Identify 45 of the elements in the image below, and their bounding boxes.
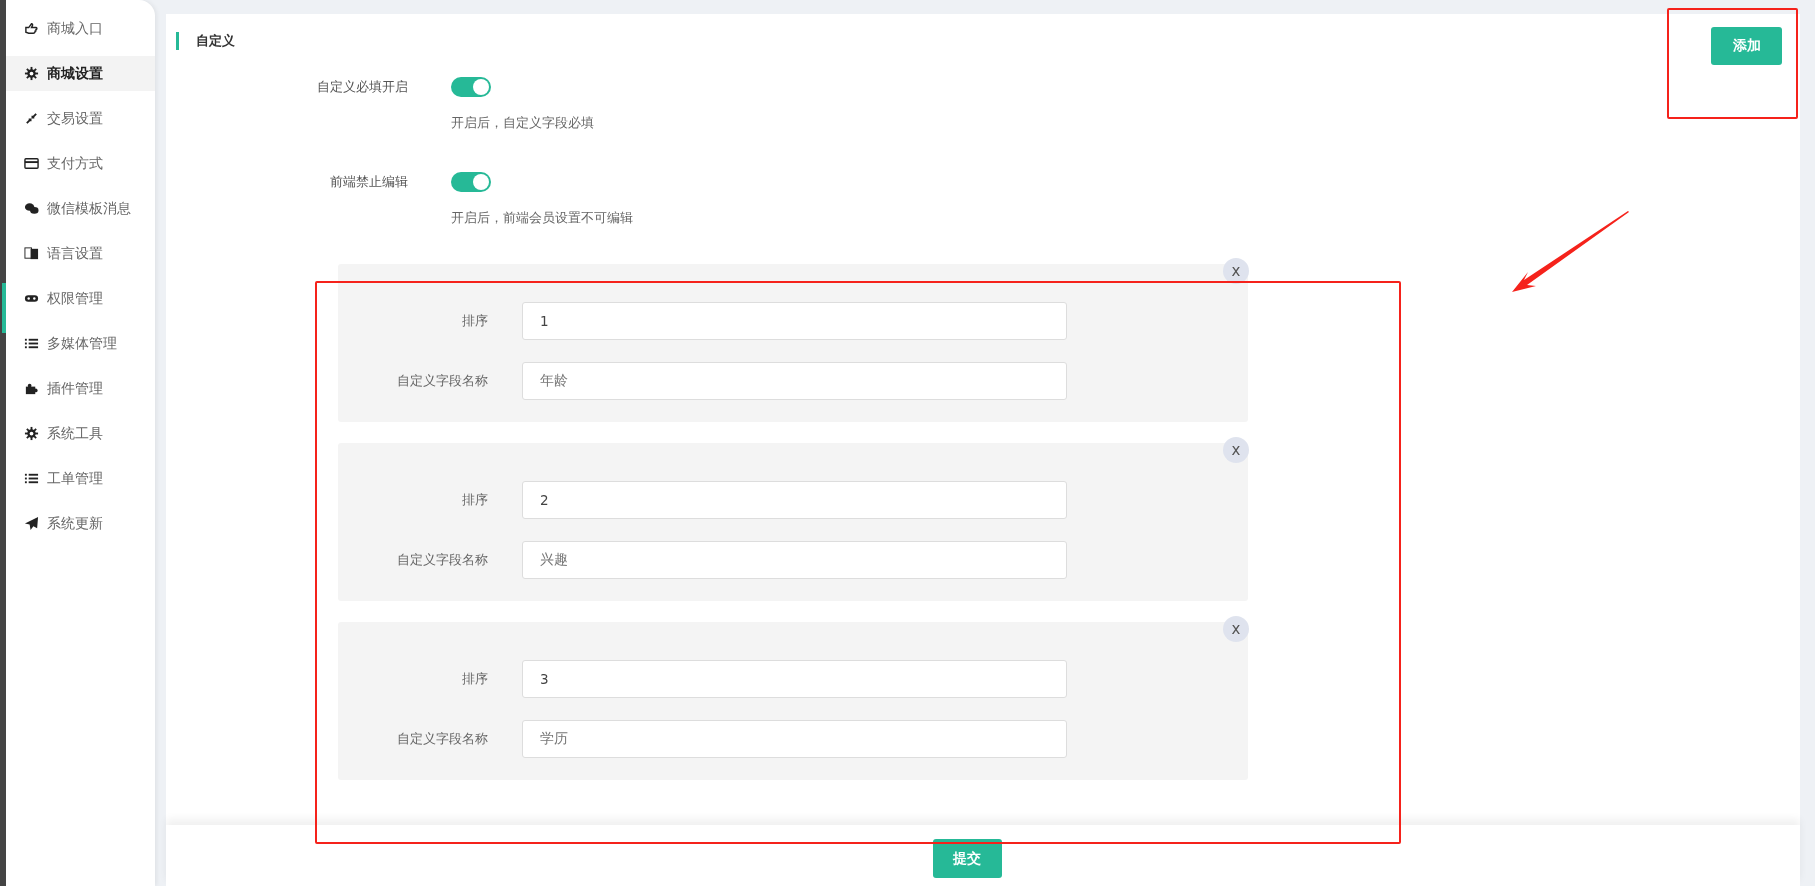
plane-icon [24,516,39,531]
gear-icon [24,66,39,81]
sort-input-field[interactable]: 1 [522,302,1067,340]
sidebar-item[interactable]: 插件管理 [6,366,155,411]
sidebar-item[interactable]: 多媒体管理 [6,321,155,366]
sidebar-item[interactable]: 语言设置 [6,231,155,276]
list-icon [24,471,39,486]
hint-text: 开启后，前端会员设置不可编辑 [451,209,634,227]
name-input-field[interactable]: 兴趣 [522,541,1067,579]
toggle-label: 前端禁止编辑 [329,173,408,191]
sidebar-item[interactable]: 支付方式 [6,141,155,186]
section-title: 自定义 [196,32,235,50]
hint-text: 开启后，自定义字段必填 [451,114,595,132]
field-label: 自定义字段名称 [396,372,488,390]
toggle-label: 自定义必填开启 [316,78,408,96]
sidebar-item[interactable]: 工单管理 [6,456,155,501]
list-icon [24,336,39,351]
close-button[interactable]: x [1223,616,1249,642]
toggle-switch[interactable] [451,172,491,192]
sort-input-field[interactable]: 2 [522,481,1067,519]
chat-icon [24,201,39,216]
name-input-field[interactable]: 学历 [522,720,1067,758]
sidebar-item[interactable]: 系统工具 [6,411,155,456]
sidebar-item[interactable]: 微信模板消息 [6,186,155,231]
close-button[interactable]: x [1223,258,1249,284]
field-label: 自定义字段名称 [396,551,488,569]
sort-input-field[interactable]: 3 [522,660,1067,698]
compress-icon [24,111,39,126]
puzzle-icon [24,381,39,396]
name-input-field[interactable]: 年龄 [522,362,1067,400]
field-label: 排序 [461,670,488,688]
card-icon [24,156,39,171]
field-label: 排序 [461,491,488,509]
sidebar-item[interactable]: 系统更新 [6,501,155,546]
sidebar-item[interactable]: 权限管理 [6,276,155,321]
sidebar-item[interactable]: 商城设置 [6,56,155,91]
field-label: 自定义字段名称 [396,730,488,748]
gear-icon [24,426,39,441]
title-accent-bar [176,32,179,50]
sidebar-item[interactable]: 交易设置 [6,96,155,141]
sidebar-item[interactable]: 商城入口 [6,6,155,51]
close-button[interactable]: x [1223,437,1249,463]
toggle-switch[interactable] [451,77,491,97]
field-label: 排序 [461,312,488,330]
hand-icon [24,21,39,36]
